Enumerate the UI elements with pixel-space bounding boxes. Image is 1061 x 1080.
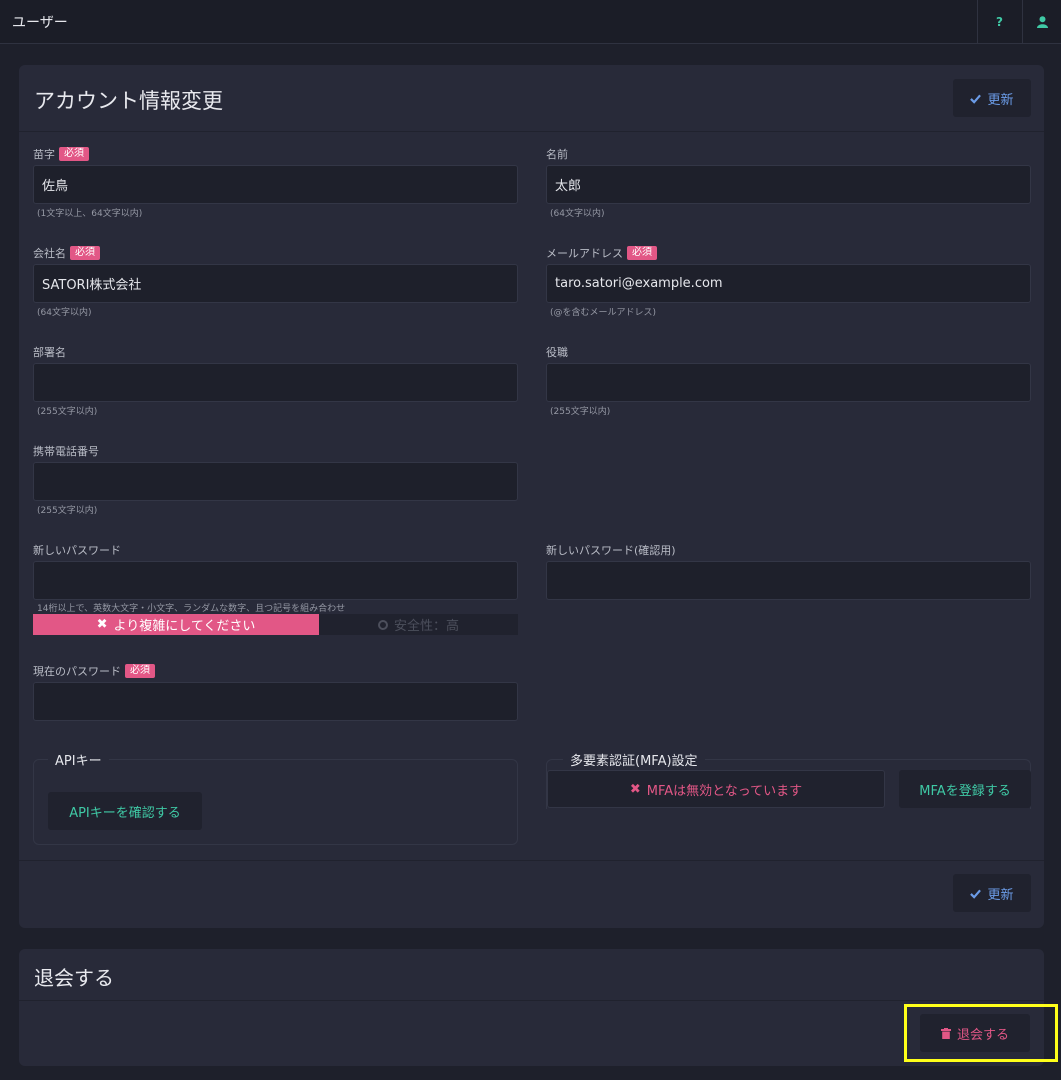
register-mfa-button[interactable]: MFAを登録する — [899, 770, 1031, 808]
update-button-label: 更新 — [987, 92, 1014, 108]
required-badge: 必須 — [59, 147, 89, 161]
user-menu-button[interactable] — [1022, 0, 1061, 44]
position-label: 役職 — [546, 346, 568, 359]
update-button-bottom[interactable]: 更新 — [953, 874, 1031, 912]
help-button[interactable]: ? — [977, 0, 1021, 44]
mobile-input[interactable] — [33, 462, 518, 501]
card-divider — [19, 131, 1044, 132]
user-icon — [1036, 16, 1048, 28]
update-button-top[interactable]: 更新 — [953, 79, 1031, 117]
cross-icon: ✖ — [96, 617, 108, 632]
first-name-hint: (64文字以内) — [550, 209, 605, 219]
check-icon — [970, 889, 982, 899]
withdraw-card: 退会する — [19, 949, 1044, 1066]
update-button-label: 更新 — [987, 887, 1014, 903]
required-badge: 必須 — [70, 246, 100, 260]
card-divider — [19, 860, 1044, 861]
last-name-label: 苗字 必須 — [33, 146, 89, 162]
withdraw-title: 退会する — [34, 966, 114, 990]
first-name-label: 名前 — [546, 148, 568, 161]
mobile-label: 携帯電話番号 — [33, 445, 99, 458]
company-input[interactable]: SATORI株式会社 — [33, 264, 518, 303]
required-badge: 必須 — [125, 664, 155, 678]
department-hint: (255文字以内) — [37, 407, 98, 417]
email-label: メールアドレス 必須 — [546, 245, 657, 261]
position-hint: (255文字以内) — [550, 407, 611, 417]
check-icon — [970, 94, 982, 104]
api-key-legend: APIキー — [48, 750, 109, 769]
strength-high-segment: 安全性：高 — [319, 614, 518, 635]
last-name-hint: (1文字以上、64文字以内) — [37, 209, 143, 219]
mobile-hint: (255文字以内) — [37, 506, 98, 516]
cross-icon: ✖ — [629, 781, 641, 797]
mfa-legend: 多要素認証(MFA)設定 — [563, 750, 705, 769]
strength-weak-segment: ✖ より複雑にしてください — [33, 614, 319, 635]
circle-icon — [377, 619, 388, 630]
company-hint: (64文字以内) — [37, 308, 92, 318]
mfa-status: ✖ MFAは無効となっています — [547, 770, 885, 808]
email-input[interactable]: taro.satori@example.com — [546, 264, 1031, 303]
current-password-input[interactable] — [33, 682, 518, 721]
account-card-title: アカウント情報変更 — [34, 89, 223, 113]
last-name-input[interactable]: 佐鳥 — [33, 165, 518, 204]
new-password-confirm-label: 新しいパスワード(確認用) — [546, 544, 676, 557]
card-divider — [19, 1000, 1044, 1001]
highlight-box — [904, 1004, 1058, 1062]
top-bar: ユーザー ? — [0, 0, 1061, 44]
department-input[interactable] — [33, 363, 518, 402]
email-hint: (@を含むメールアドレス) — [550, 308, 657, 318]
department-label: 部署名 — [33, 346, 66, 359]
required-badge: 必須 — [627, 246, 657, 260]
new-password-hint: 14桁以上で、英数大文字・小文字、ランダムな数字、且つ記号を組み合わせ — [37, 604, 346, 614]
check-api-key-button[interactable]: APIキーを確認する — [48, 792, 202, 830]
current-password-label: 現在のパスワード 必須 — [33, 663, 155, 679]
new-password-input[interactable] — [33, 561, 518, 600]
company-label: 会社名 必須 — [33, 245, 100, 261]
password-strength-meter: ✖ より複雑にしてください 安全性：高 — [33, 614, 518, 635]
position-input[interactable] — [546, 363, 1031, 402]
new-password-confirm-input[interactable] — [546, 561, 1031, 600]
first-name-input[interactable]: 太郎 — [546, 165, 1031, 204]
page-title: ユーザー — [12, 15, 68, 31]
help-icon: ? — [996, 15, 1003, 29]
new-password-label: 新しいパスワード — [33, 544, 121, 557]
